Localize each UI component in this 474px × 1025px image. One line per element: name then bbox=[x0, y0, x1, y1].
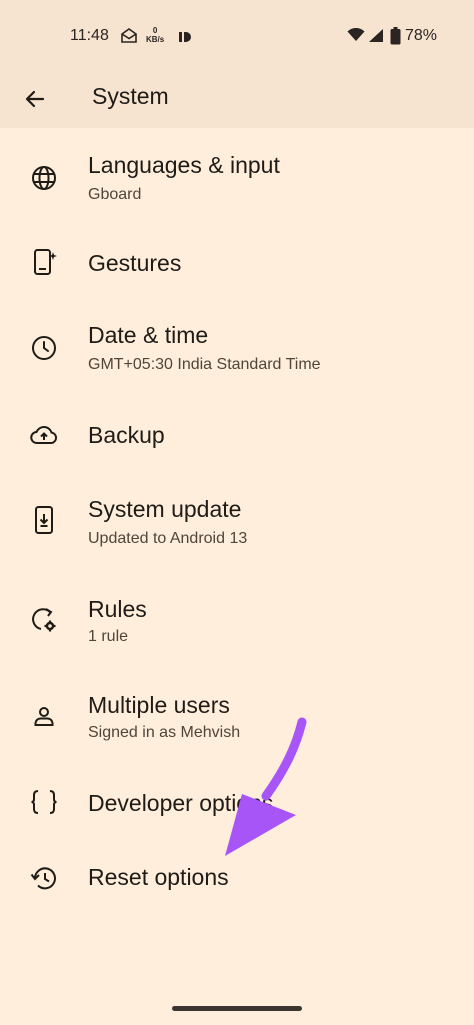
globe-icon bbox=[30, 164, 58, 192]
settings-item-rules[interactable]: Rules 1 rule bbox=[0, 582, 474, 666]
wifi-icon bbox=[347, 27, 365, 47]
network-speed-value: 0 bbox=[152, 26, 158, 35]
settings-item-subtitle: Gboard bbox=[88, 186, 142, 203]
history-icon bbox=[30, 864, 58, 892]
settings-item-title: Reset options bbox=[88, 864, 229, 890]
settings-item-title: Gestures bbox=[88, 250, 182, 276]
settings-item-reset-options[interactable]: Reset options bbox=[0, 848, 474, 918]
settings-item-title: Rules bbox=[88, 596, 147, 622]
settings-item-title: Languages & input bbox=[88, 152, 280, 178]
rules-icon bbox=[30, 606, 58, 634]
settings-item-title: Date & time bbox=[88, 322, 209, 348]
gesture-navigation-handle[interactable] bbox=[172, 1006, 302, 1011]
gestures-phone-icon bbox=[30, 248, 58, 276]
status-time: 11:48 bbox=[70, 27, 109, 44]
settings-item-developer-options[interactable]: Developer options bbox=[0, 774, 474, 844]
settings-item-title: Backup bbox=[88, 422, 165, 448]
settings-item-gestures[interactable]: Gestures bbox=[0, 228, 474, 300]
settings-item-backup[interactable]: Backup bbox=[0, 400, 474, 470]
network-speed: 0 KB/s bbox=[146, 26, 164, 44]
back-arrow-icon bbox=[25, 90, 45, 108]
settings-item-system-update[interactable]: System update Updated to Android 13 bbox=[0, 484, 474, 568]
mail-icon bbox=[120, 28, 138, 49]
cloud-upload-icon bbox=[30, 421, 58, 449]
page-title: System bbox=[92, 83, 169, 109]
clock-icon bbox=[30, 334, 58, 362]
settings-item-subtitle: GMT+05:30 India Standard Time bbox=[88, 356, 321, 373]
system-update-icon bbox=[30, 506, 58, 534]
settings-item-title: System update bbox=[88, 496, 242, 522]
settings-item-languages[interactable]: Languages & input Gboard bbox=[0, 138, 474, 218]
app-bar: System bbox=[0, 70, 474, 128]
battery-percentage: 78% bbox=[405, 27, 438, 44]
settings-item-subtitle: 1 rule bbox=[88, 628, 129, 645]
settings-item-multiple-users[interactable]: Multiple users Signed in as Mehvish bbox=[0, 680, 474, 764]
settings-item-subtitle: Signed in as Mehvish bbox=[88, 724, 241, 741]
network-speed-unit: KB/s bbox=[146, 35, 165, 44]
status-bar: 11:48 0 KB/s 78% bbox=[0, 0, 474, 70]
settings-item-subtitle: Updated to Android 13 bbox=[88, 530, 248, 547]
id-icon bbox=[178, 30, 192, 48]
braces-icon bbox=[30, 788, 58, 816]
battery-icon bbox=[390, 27, 401, 50]
back-button[interactable] bbox=[14, 78, 56, 120]
settings-item-title: Developer options bbox=[88, 790, 274, 816]
settings-item-title: Multiple users bbox=[88, 692, 230, 718]
signal-icon bbox=[368, 28, 384, 48]
settings-item-date-time[interactable]: Date & time GMT+05:30 India Standard Tim… bbox=[0, 308, 474, 392]
person-icon bbox=[30, 702, 58, 730]
